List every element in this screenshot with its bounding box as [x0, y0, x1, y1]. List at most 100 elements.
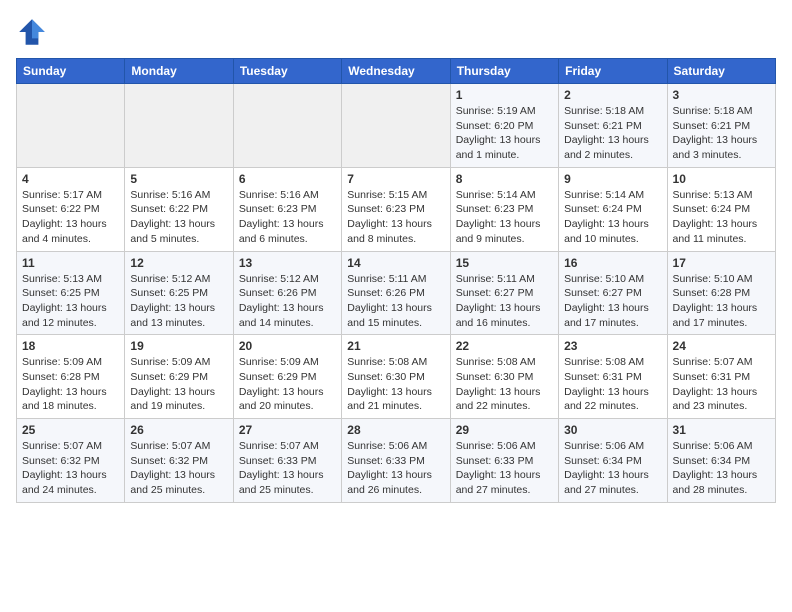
day-info: Sunrise: 5:12 AM Sunset: 6:26 PM Dayligh…: [239, 272, 336, 331]
calendar-header-row: SundayMondayTuesdayWednesdayThursdayFrid…: [17, 59, 776, 84]
header-wednesday: Wednesday: [342, 59, 450, 84]
day-number: 11: [22, 256, 119, 270]
day-number: 1: [456, 88, 553, 102]
day-info: Sunrise: 5:14 AM Sunset: 6:24 PM Dayligh…: [564, 188, 661, 247]
day-info: Sunrise: 5:06 AM Sunset: 6:33 PM Dayligh…: [456, 439, 553, 498]
calendar-cell: 2 Sunrise: 5:18 AM Sunset: 6:21 PM Daylig…: [559, 84, 667, 168]
day-number: 7: [347, 172, 444, 186]
calendar-cell: 13 Sunrise: 5:12 AM Sunset: 6:26 PM Dayli…: [233, 251, 341, 335]
day-info: Sunrise: 5:06 AM Sunset: 6:34 PM Dayligh…: [564, 439, 661, 498]
calendar-cell: 28 Sunrise: 5:06 AM Sunset: 6:33 PM Dayli…: [342, 419, 450, 503]
day-number: 28: [347, 423, 444, 437]
calendar-cell: 5 Sunrise: 5:16 AM Sunset: 6:22 PM Daylig…: [125, 167, 233, 251]
calendar-cell: 24 Sunrise: 5:07 AM Sunset: 6:31 PM Dayli…: [667, 335, 775, 419]
calendar-cell: 27Sunrise: 5:07 AM Sunset: 6:33 PM Dayli…: [233, 419, 341, 503]
calendar-cell: 23 Sunrise: 5:08 AM Sunset: 6:31 PM Dayli…: [559, 335, 667, 419]
header-saturday: Saturday: [667, 59, 775, 84]
day-info: Sunrise: 5:06 AM Sunset: 6:34 PM Dayligh…: [673, 439, 770, 498]
day-number: 21: [347, 339, 444, 353]
day-number: 8: [456, 172, 553, 186]
day-number: 5: [130, 172, 227, 186]
header-monday: Monday: [125, 59, 233, 84]
day-info: Sunrise: 5:09 AM Sunset: 6:29 PM Dayligh…: [239, 355, 336, 414]
week-row-4: 25 Sunrise: 5:07 AM Sunset: 6:32 PM Dayli…: [17, 419, 776, 503]
calendar-cell: 10 Sunrise: 5:13 AM Sunset: 6:24 PM Dayli…: [667, 167, 775, 251]
day-info: Sunrise: 5:16 AM Sunset: 6:22 PM Dayligh…: [130, 188, 227, 247]
day-info: Sunrise: 5:07 AM Sunset: 6:31 PM Dayligh…: [673, 355, 770, 414]
day-info: Sunrise: 5:18 AM Sunset: 6:21 PM Dayligh…: [673, 104, 770, 163]
day-info: Sunrise: 5:10 AM Sunset: 6:28 PM Dayligh…: [673, 272, 770, 331]
day-info: Sunrise: 5:11 AM Sunset: 6:27 PM Dayligh…: [456, 272, 553, 331]
calendar-cell: 6Sunrise: 5:16 AM Sunset: 6:23 PM Daylig…: [233, 167, 341, 251]
day-number: 30: [564, 423, 661, 437]
day-number: 24: [673, 339, 770, 353]
calendar-cell: 15 Sunrise: 5:11 AM Sunset: 6:27 PM Dayli…: [450, 251, 558, 335]
day-number: 6: [239, 172, 336, 186]
calendar-cell: 25 Sunrise: 5:07 AM Sunset: 6:32 PM Dayli…: [17, 419, 125, 503]
day-number: 19: [130, 339, 227, 353]
day-info: Sunrise: 5:09 AM Sunset: 6:29 PM Dayligh…: [130, 355, 227, 414]
logo-icon: [16, 16, 48, 48]
calendar-cell: 7Sunrise: 5:15 AM Sunset: 6:23 PM Daylig…: [342, 167, 450, 251]
header-thursday: Thursday: [450, 59, 558, 84]
day-number: 15: [456, 256, 553, 270]
day-number: 3: [673, 88, 770, 102]
day-info: Sunrise: 5:17 AM Sunset: 6:22 PM Dayligh…: [22, 188, 119, 247]
day-info: Sunrise: 5:06 AM Sunset: 6:33 PM Dayligh…: [347, 439, 444, 498]
day-info: Sunrise: 5:10 AM Sunset: 6:27 PM Dayligh…: [564, 272, 661, 331]
page-header: [16, 16, 776, 48]
calendar-cell: 20 Sunrise: 5:09 AM Sunset: 6:29 PM Dayli…: [233, 335, 341, 419]
day-info: Sunrise: 5:09 AM Sunset: 6:28 PM Dayligh…: [22, 355, 119, 414]
calendar-cell: 29 Sunrise: 5:06 AM Sunset: 6:33 PM Dayli…: [450, 419, 558, 503]
day-number: 25: [22, 423, 119, 437]
day-number: 26: [130, 423, 227, 437]
calendar-cell: 3 Sunrise: 5:18 AM Sunset: 6:21 PM Daylig…: [667, 84, 775, 168]
calendar-cell: 12 Sunrise: 5:12 AM Sunset: 6:25 PM Dayli…: [125, 251, 233, 335]
calendar-cell: 22Sunrise: 5:08 AM Sunset: 6:30 PM Dayli…: [450, 335, 558, 419]
day-info: Sunrise: 5:08 AM Sunset: 6:30 PM Dayligh…: [347, 355, 444, 414]
day-info: Sunrise: 5:18 AM Sunset: 6:21 PM Dayligh…: [564, 104, 661, 163]
day-number: 20: [239, 339, 336, 353]
day-info: Sunrise: 5:13 AM Sunset: 6:24 PM Dayligh…: [673, 188, 770, 247]
calendar-cell: 16 Sunrise: 5:10 AM Sunset: 6:27 PM Dayli…: [559, 251, 667, 335]
day-info: Sunrise: 5:07 AM Sunset: 6:33 PM Dayligh…: [239, 439, 336, 498]
day-info: Sunrise: 5:08 AM Sunset: 6:31 PM Dayligh…: [564, 355, 661, 414]
day-number: 9: [564, 172, 661, 186]
week-row-3: 18 Sunrise: 5:09 AM Sunset: 6:28 PM Dayli…: [17, 335, 776, 419]
calendar-cell: [342, 84, 450, 168]
day-number: 13: [239, 256, 336, 270]
calendar-cell: 30 Sunrise: 5:06 AM Sunset: 6:34 PM Dayli…: [559, 419, 667, 503]
calendar-cell: 8 Sunrise: 5:14 AM Sunset: 6:23 PM Daylig…: [450, 167, 558, 251]
day-number: 17: [673, 256, 770, 270]
calendar-cell: [17, 84, 125, 168]
calendar-cell: 4 Sunrise: 5:17 AM Sunset: 6:22 PM Daylig…: [17, 167, 125, 251]
calendar-cell: 17 Sunrise: 5:10 AM Sunset: 6:28 PM Dayli…: [667, 251, 775, 335]
day-number: 4: [22, 172, 119, 186]
day-number: 16: [564, 256, 661, 270]
calendar-cell: [233, 84, 341, 168]
calendar-cell: 18 Sunrise: 5:09 AM Sunset: 6:28 PM Dayli…: [17, 335, 125, 419]
calendar-cell: 11 Sunrise: 5:13 AM Sunset: 6:25 PM Dayli…: [17, 251, 125, 335]
calendar-cell: 19 Sunrise: 5:09 AM Sunset: 6:29 PM Dayli…: [125, 335, 233, 419]
header-sunday: Sunday: [17, 59, 125, 84]
header-friday: Friday: [559, 59, 667, 84]
day-number: 10: [673, 172, 770, 186]
day-info: Sunrise: 5:14 AM Sunset: 6:23 PM Dayligh…: [456, 188, 553, 247]
day-number: 2: [564, 88, 661, 102]
day-number: 18: [22, 339, 119, 353]
day-info: Sunrise: 5:07 AM Sunset: 6:32 PM Dayligh…: [22, 439, 119, 498]
day-info: Sunrise: 5:13 AM Sunset: 6:25 PM Dayligh…: [22, 272, 119, 331]
day-info: Sunrise: 5:08 AM Sunset: 6:30 PM Dayligh…: [456, 355, 553, 414]
header-tuesday: Tuesday: [233, 59, 341, 84]
day-number: 12: [130, 256, 227, 270]
day-info: Sunrise: 5:19 AM Sunset: 6:20 PM Dayligh…: [456, 104, 553, 163]
day-number: 29: [456, 423, 553, 437]
day-info: Sunrise: 5:07 AM Sunset: 6:32 PM Dayligh…: [130, 439, 227, 498]
calendar-cell: 9 Sunrise: 5:14 AM Sunset: 6:24 PM Daylig…: [559, 167, 667, 251]
day-info: Sunrise: 5:11 AM Sunset: 6:26 PM Dayligh…: [347, 272, 444, 331]
week-row-0: 1 Sunrise: 5:19 AM Sunset: 6:20 PM Daylig…: [17, 84, 776, 168]
calendar-cell: 1 Sunrise: 5:19 AM Sunset: 6:20 PM Daylig…: [450, 84, 558, 168]
day-number: 23: [564, 339, 661, 353]
day-info: Sunrise: 5:12 AM Sunset: 6:25 PM Dayligh…: [130, 272, 227, 331]
calendar-table: SundayMondayTuesdayWednesdayThursdayFrid…: [16, 58, 776, 503]
